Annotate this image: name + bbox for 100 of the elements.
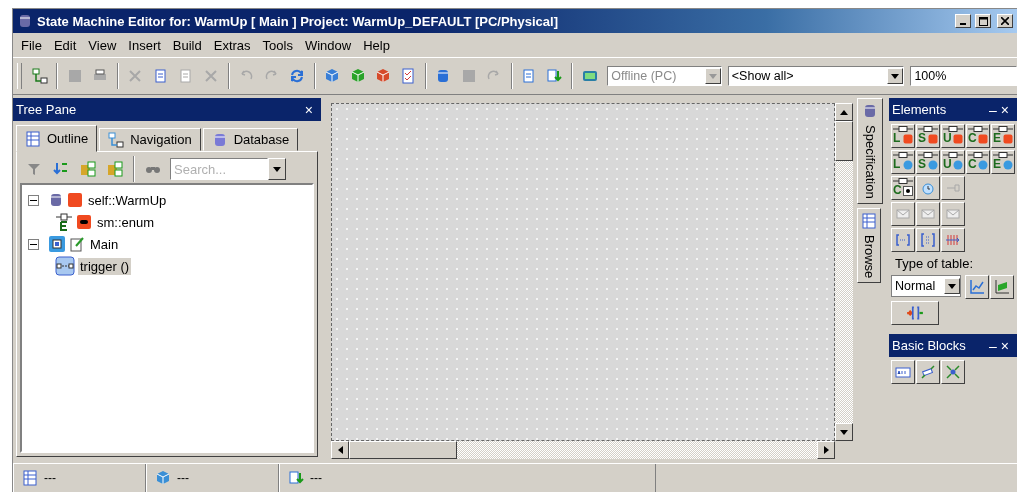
enum-icon: [55, 213, 73, 231]
menu-item[interactable]: Help: [357, 37, 396, 53]
bars-icon: [945, 232, 961, 248]
caret-icon: [948, 283, 956, 289]
element-button[interactable]: E: [991, 124, 1015, 148]
block-button[interactable]: [891, 360, 915, 384]
circle-icon: [1003, 160, 1013, 170]
chart-icon: [969, 279, 985, 295]
delete-icon: [203, 68, 220, 84]
table-type-dropdown[interactable]: Normal: [891, 275, 961, 297]
close-button[interactable]: ×: [302, 101, 315, 118]
close-button[interactable]: ×: [998, 337, 1011, 354]
pane-tab[interactable]: Database: [202, 128, 299, 151]
event-icon: [55, 256, 75, 276]
close-button[interactable]: [997, 14, 1013, 28]
app-icon: [17, 13, 33, 29]
monitor-icon: [581, 68, 598, 84]
connector-icon: [893, 126, 913, 132]
element-button[interactable]: [941, 228, 965, 252]
table-button[interactable]: [965, 275, 989, 299]
generate-icon: [324, 68, 341, 84]
minimize-button[interactable]: –: [987, 101, 999, 118]
connector-icon: [993, 126, 1013, 132]
element-button[interactable]: L: [891, 124, 915, 148]
line-icon: [920, 364, 936, 380]
menu-item[interactable]: Build: [166, 37, 208, 53]
table-button[interactable]: [990, 275, 1014, 299]
notepad-icon: [69, 236, 85, 252]
menu-item[interactable]: Tools: [256, 37, 299, 53]
filter-dropdown[interactable]: <Show all>: [727, 66, 905, 86]
download-icon: [288, 470, 304, 486]
generate-all-icon: [374, 68, 391, 84]
connector-icon: [943, 126, 963, 132]
element-button[interactable]: [891, 228, 915, 252]
pane-title: Tree Pane: [16, 102, 77, 117]
expander-toggle[interactable]: [28, 238, 39, 250]
maximize-button[interactable]: [975, 14, 991, 28]
dropdown-button[interactable]: [268, 158, 286, 180]
pane-title: Basic Blocks: [892, 338, 966, 353]
square-icon: [903, 134, 913, 144]
caret-icon: [891, 73, 900, 79]
status-text: ---: [310, 471, 322, 485]
minimize-button[interactable]: –: [987, 337, 999, 354]
square-icon: [1003, 134, 1013, 144]
status-text: ---: [44, 471, 56, 485]
search-field[interactable]: Search...: [170, 158, 268, 180]
caret-icon: [273, 166, 281, 172]
caret-icon: [708, 73, 717, 79]
horizontal-scrollbar[interactable]: [331, 441, 835, 459]
element-button[interactable]: C: [966, 124, 990, 148]
menu-item[interactable]: File: [15, 37, 48, 53]
block-icon: [48, 192, 64, 208]
vertical-scrollbar[interactable]: [835, 103, 853, 441]
element-button[interactable]: E: [991, 150, 1015, 174]
connector-icon: [893, 178, 913, 184]
menu-item[interactable]: Insert: [122, 37, 167, 53]
menu-item[interactable]: Window: [298, 37, 358, 53]
connector-icon: [918, 126, 938, 132]
element-button[interactable]: S: [916, 124, 940, 148]
paste-icon: [177, 68, 194, 84]
circle-icon: [978, 160, 988, 170]
block-button[interactable]: [916, 360, 940, 384]
tree-item[interactable]: Main: [88, 235, 121, 253]
menu-item[interactable]: View: [82, 37, 123, 53]
scroll-thumb[interactable]: [835, 121, 853, 161]
element-button[interactable]: [916, 176, 940, 200]
up-arrow-icon: [840, 109, 848, 115]
scroll-thumb[interactable]: [349, 441, 457, 459]
menu-item[interactable]: Edit: [47, 37, 83, 53]
zoom-field[interactable]: 100%: [910, 66, 1017, 86]
filter-icon: [26, 161, 42, 177]
pane-tab[interactable]: Navigation: [99, 128, 201, 151]
element-button[interactable]: U: [941, 124, 965, 148]
refresh-icon: [289, 68, 305, 84]
mail-icon: [920, 206, 936, 222]
pane-title: Elements: [892, 102, 947, 117]
menu-item[interactable]: Extras: [207, 37, 257, 53]
tree-item[interactable]: sm::enum: [95, 213, 157, 231]
element-button[interactable]: S: [916, 150, 940, 174]
side-tab[interactable]: Browse: [857, 207, 881, 284]
node-icon: [945, 364, 961, 380]
io-button[interactable]: [891, 301, 939, 325]
connector-icon: [943, 152, 963, 158]
tree-item[interactable]: self::WarmUp: [86, 191, 169, 209]
element-button[interactable]: C: [891, 176, 915, 200]
side-tab[interactable]: Specification: [857, 98, 883, 204]
element-button[interactable]: L: [891, 150, 915, 174]
pane-tab[interactable]: Outline: [16, 125, 98, 152]
surface-icon: [994, 279, 1010, 295]
browse-icon: [861, 212, 877, 229]
element-button[interactable]: U: [941, 150, 965, 174]
element-button[interactable]: [916, 228, 940, 252]
expander-toggle[interactable]: [28, 194, 39, 206]
element-button[interactable]: C: [966, 150, 990, 174]
save-icon: [66, 68, 83, 84]
outline-icon: [22, 470, 38, 486]
tree-item[interactable]: trigger (): [78, 257, 132, 275]
block-button[interactable]: [941, 360, 965, 384]
minimize-button[interactable]: [955, 14, 971, 28]
close-button[interactable]: ×: [998, 101, 1011, 118]
